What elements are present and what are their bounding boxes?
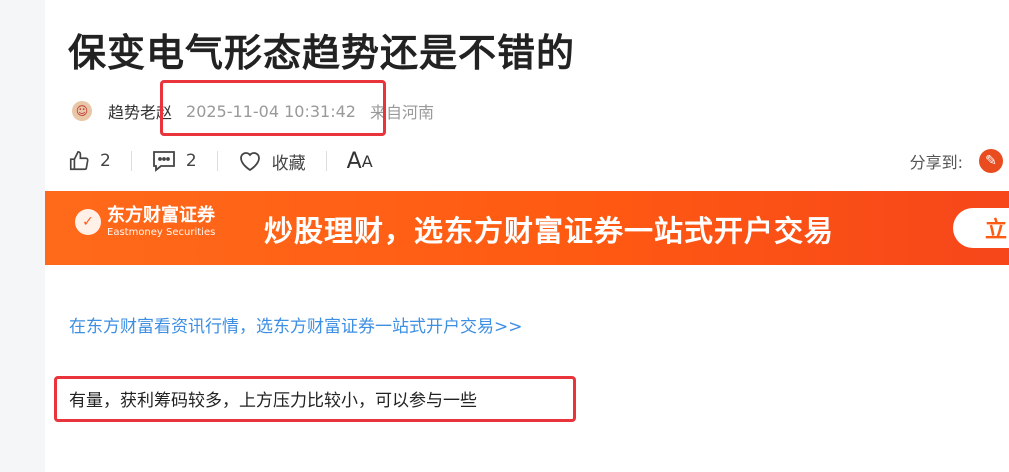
like-count: 2 bbox=[100, 151, 111, 171]
article-meta: ☺ 趋势老赵 2025-11-04 10:31:42 来自河南 bbox=[72, 98, 434, 124]
comment-button[interactable]: 2 bbox=[152, 150, 197, 172]
divider bbox=[216, 151, 218, 171]
publish-time: 2025-11-04 10:31:42 bbox=[186, 101, 356, 121]
font-size-toggle[interactable]: AA bbox=[347, 149, 373, 174]
font-big-label: A bbox=[346, 148, 362, 174]
banner-brand-cn: 东方财富证券 bbox=[107, 205, 215, 226]
author-name[interactable]: 趋势老赵 bbox=[108, 99, 172, 123]
promo-link[interactable]: 在东方财富看资讯行情，选东方财富证券一站式开户交易>> bbox=[69, 312, 523, 337]
article-title: 保变电气形态趋势还是不错的 bbox=[68, 31, 576, 75]
share-weibo-icon[interactable]: ✎ bbox=[979, 149, 1003, 173]
heart-icon bbox=[239, 152, 260, 172]
banner-slogan: 炒股理财，选东方财富证券一站式开户交易 bbox=[264, 214, 835, 248]
divider bbox=[325, 151, 327, 171]
author-avatar[interactable]: ☺ bbox=[72, 101, 92, 121]
article-body: 有量，获利筹码较多，上方压力比较小，可以参与一些 bbox=[69, 391, 477, 411]
banner-open-account-button[interactable]: 立 bbox=[953, 208, 1009, 248]
ad-banner[interactable]: ✓ 东方财富证券 Eastmoney Securities 炒股理财，选东方财富… bbox=[45, 191, 1009, 265]
thumbs-up-icon bbox=[69, 151, 89, 171]
like-button[interactable]: 2 bbox=[68, 150, 111, 172]
eastmoney-logo-icon: ✓ bbox=[75, 209, 101, 235]
action-bar: 2 2 收藏 AA 分享到: ✎ bbox=[68, 146, 1009, 176]
comment-count: 2 bbox=[185, 151, 197, 171]
share-area: 分享到: ✎ bbox=[910, 149, 1009, 173]
publish-location: 来自河南 bbox=[369, 103, 434, 122]
banner-brand-en: Eastmoney Securities bbox=[107, 227, 216, 238]
share-label: 分享到: bbox=[909, 153, 963, 172]
font-small-label: A bbox=[361, 151, 373, 171]
divider bbox=[130, 151, 132, 171]
favorite-label: 收藏 bbox=[271, 153, 306, 174]
banner-logo: ✓ 东方财富证券 Eastmoney Securities bbox=[75, 205, 215, 239]
left-gutter bbox=[0, 0, 45, 472]
comment-icon bbox=[152, 151, 175, 172]
favorite-button[interactable]: 收藏 bbox=[238, 149, 306, 174]
